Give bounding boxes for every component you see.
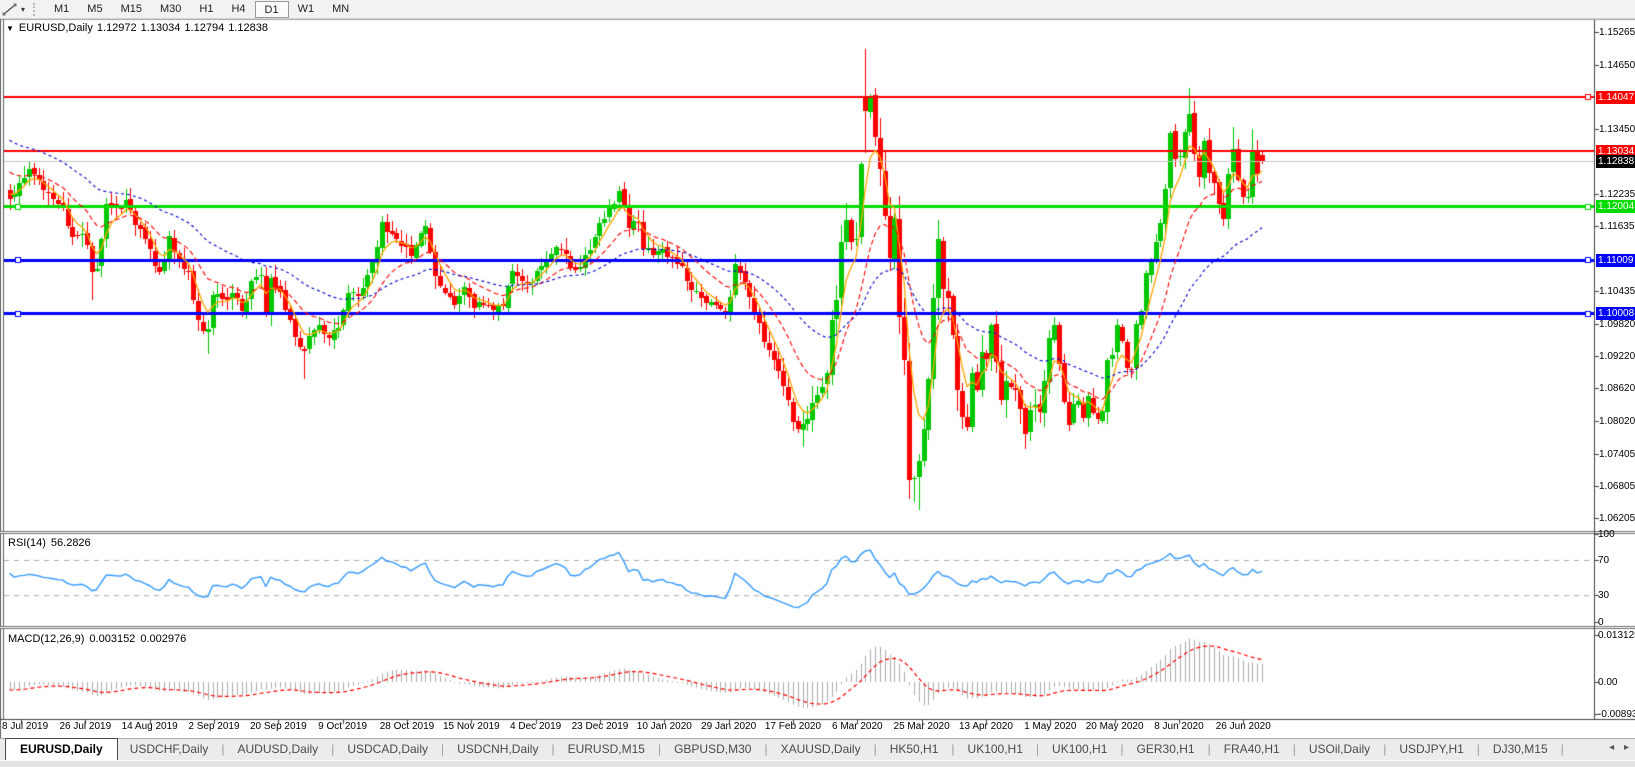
tab-ger30-h1[interactable]: GER30,H1 <box>1125 739 1207 760</box>
rsi-value: 56.2826 <box>51 537 91 549</box>
tab-scroll-left-icon[interactable]: ◂ <box>1609 742 1614 753</box>
price-axis-tick: 1.13450 <box>1599 124 1635 135</box>
macd-name: MACD(12,26,9) <box>8 633 84 645</box>
tab-usdcnh-daily[interactable]: USDCNH,Daily <box>445 739 550 760</box>
tab-xauusd-daily[interactable]: XAUUSD,Daily <box>769 739 873 760</box>
rsi-axis-label: 0 <box>1598 617 1604 628</box>
date-axis-label: 15 Nov 2019 <box>443 721 500 732</box>
tool-dropdown-icon[interactable]: ▾ <box>21 5 25 14</box>
date-axis-label: 4 Dec 2019 <box>510 721 561 732</box>
tab-separator: | <box>1560 739 1565 760</box>
price-axis-tick: 1.09820 <box>1599 319 1635 330</box>
timeframe-button-W1[interactable]: W1 <box>289 1 324 18</box>
chart-info-line: ▼ EURUSD,Daily 1.12972 1.130341.12794 1.1283… <box>6 22 272 34</box>
tab-audusd-daily[interactable]: AUDUSD,Daily <box>226 739 331 760</box>
tab-scroll-arrows: ◂ ▸ <box>1602 742 1629 753</box>
tab-hk50-h1[interactable]: HK50,H1 <box>878 739 951 760</box>
timeframe-button-H1[interactable]: H1 <box>190 1 222 18</box>
ohlc-high: 1.13034 <box>141 22 181 34</box>
price-axis-tick: 1.14650 <box>1599 60 1635 71</box>
hline-price-label: 1.14047 <box>1596 91 1635 104</box>
chart-tab-bar: EURUSD,DailyUSDCHF,Daily|AUDUSD,Daily|US… <box>0 738 1635 760</box>
date-axis-label: 10 Jan 2020 <box>637 721 692 732</box>
date-axis-label: 2 Sep 2019 <box>188 721 239 732</box>
tab-scroll-right-icon[interactable]: ▸ <box>1624 742 1629 753</box>
timeframe-button-M30[interactable]: M30 <box>151 1 190 18</box>
tab-uk100-h1[interactable]: UK100,H1 <box>956 739 1035 760</box>
price-axis-tick: 1.12235 <box>1599 189 1635 200</box>
toolbar: ▾ M1M5M15M30H1H4D1W1MN <box>0 0 1635 19</box>
chart-menu-icon[interactable]: ▼ <box>6 24 14 33</box>
date-axis-label: 8 Jul 2019 <box>2 721 48 732</box>
date-axis-label: 28 Oct 2019 <box>380 721 434 732</box>
date-axis-label: 23 Dec 2019 <box>572 721 629 732</box>
macd-signal-value: 0.002976 <box>140 633 186 645</box>
ohlc-low: 1.12794 <box>184 22 224 34</box>
price-axis-tick: 1.07405 <box>1599 449 1635 460</box>
price-axis-tick: 1.09220 <box>1599 351 1635 362</box>
price-axis-tick: 1.15265 <box>1599 27 1635 38</box>
price-axis-tick: 1.11635 <box>1599 221 1634 232</box>
macd-axis-label: 0.00 <box>1598 677 1617 688</box>
date-axis-label: 29 Jan 2020 <box>701 721 756 732</box>
date-axis-label: 8 Jun 2020 <box>1154 721 1204 732</box>
hline-price-label: 1.10008 <box>1596 307 1635 320</box>
chart-symbol-label: EURUSD,Daily <box>19 22 93 34</box>
timeframe-button-MN[interactable]: MN <box>323 1 358 18</box>
macd-axis-label: 0.013125 <box>1598 630 1635 641</box>
tab-usoil-daily[interactable]: USOil,Daily <box>1297 739 1382 760</box>
tab-usdchf-daily[interactable]: USDCHF,Daily <box>118 739 221 760</box>
tab-eurusd-daily[interactable]: EURUSD,Daily <box>5 738 118 760</box>
tab-uk100-h1[interactable]: UK100,H1 <box>1040 739 1119 760</box>
rsi-name: RSI(14) <box>8 537 46 549</box>
tab-fra40-h1[interactable]: FRA40,H1 <box>1212 739 1292 760</box>
timeframe-button-M15[interactable]: M15 <box>112 1 151 18</box>
tab-usdcad-daily[interactable]: USDCAD,Daily <box>335 739 440 760</box>
hline-price-label: 1.11009 <box>1596 254 1635 267</box>
macd-indicator-label: MACD(12,26,9) 0.003152 0.002976 <box>8 633 191 645</box>
rsi-indicator-label: RSI(14) 56.2826 <box>8 537 96 549</box>
date-axis-label: 1 May 2020 <box>1024 721 1076 732</box>
tab-usdjpy-h1[interactable]: USDJPY,H1 <box>1387 739 1475 760</box>
mt4-window: ▾ M1M5M15M30H1H4D1W1MN ▼ EURUSD,Daily 1.12… <box>0 0 1635 767</box>
price-axis-tick: 1.10435 <box>1599 286 1635 297</box>
toolbar-grip <box>33 3 37 16</box>
date-axis-label: 20 Sep 2019 <box>250 721 307 732</box>
macd-main-value: 0.003152 <box>89 633 135 645</box>
price-axis-tick: 1.08020 <box>1599 416 1635 427</box>
date-axis-label: 26 Jun 2020 <box>1216 721 1271 732</box>
date-axis-label: 6 Mar 2020 <box>832 721 883 732</box>
date-axis-label: 20 May 2020 <box>1086 721 1144 732</box>
rsi-axis-label: 30 <box>1598 590 1609 601</box>
tab-dj30-m15[interactable]: DJ30,M15 <box>1481 739 1560 760</box>
tab-eurusd-m15[interactable]: EURUSD,M15 <box>556 739 657 760</box>
date-axis-label: 26 Jul 2019 <box>59 721 111 732</box>
tab-gbpusd-m30[interactable]: GBPUSD,M30 <box>662 739 763 760</box>
timeframe-button-H4[interactable]: H4 <box>222 1 254 18</box>
price-axis-tick: 1.06805 <box>1599 481 1635 492</box>
current-price-label: 1.12838 <box>1596 155 1635 168</box>
date-axis-label: 13 Apr 2020 <box>959 721 1013 732</box>
rsi-axis-label: 70 <box>1598 555 1609 566</box>
price-axis-tick: 1.08620 <box>1599 383 1635 394</box>
ohlc-open: 1.12972 <box>97 22 137 34</box>
rsi-axis-label: 100 <box>1598 529 1615 540</box>
macd-axis-label: -0.00893 <box>1598 709 1635 720</box>
price-axis-tick: 1.06205 <box>1599 513 1635 524</box>
timeframe-button-D1[interactable]: D1 <box>255 1 289 18</box>
date-axis-label: 25 Mar 2020 <box>894 721 950 732</box>
timeframe-button-M5[interactable]: M5 <box>78 1 111 18</box>
date-axis-label: 17 Feb 2020 <box>765 721 821 732</box>
chart-canvas[interactable] <box>0 0 1635 767</box>
timeframe-button-M1[interactable]: M1 <box>45 1 78 18</box>
ohlc-close: 1.12838 <box>228 22 268 34</box>
status-strip <box>0 760 1635 767</box>
date-axis-label: 9 Oct 2019 <box>318 721 367 732</box>
timeframe-button-group: M1M5M15M30H1H4D1W1MN <box>45 1 358 18</box>
hline-price-label: 1.12004 <box>1596 200 1635 213</box>
date-axis-label: 14 Aug 2019 <box>122 721 178 732</box>
line-tool-icon[interactable] <box>1 2 18 17</box>
